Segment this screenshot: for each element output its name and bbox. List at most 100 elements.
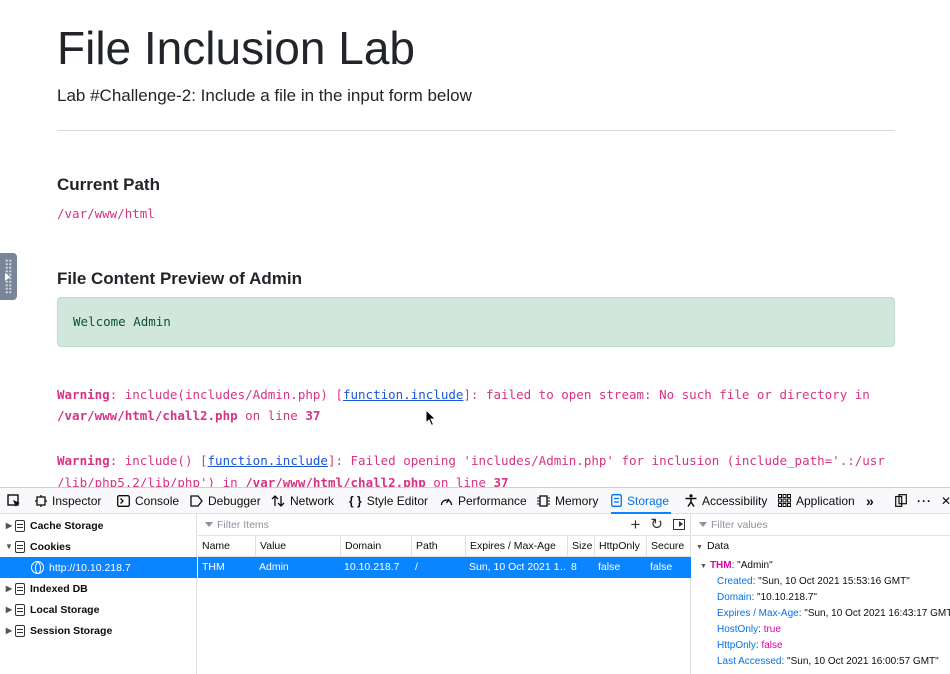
column-header-path[interactable]: Path	[411, 536, 466, 557]
tab-style-editor[interactable]: { } Style Editor	[349, 488, 428, 513]
tab-label: Accessibility	[702, 493, 768, 508]
element-picker-button[interactable]	[7, 488, 21, 513]
field-value: false	[761, 640, 783, 651]
warning-file-path: /var/www/html/chall2.php	[245, 475, 426, 487]
console-icon	[117, 494, 130, 507]
storage-db-icon	[15, 540, 25, 553]
cell-value: Admin	[259, 561, 289, 573]
warning-line-number: 37	[305, 408, 321, 423]
table-header: Name Value Domain Path Expires / Max-Age…	[198, 536, 691, 557]
tab-label: Console	[135, 493, 180, 508]
filter-items-bar: Filter Items + ↻	[198, 514, 691, 536]
web-page: File Inclusion Lab Lab #Challenge-2: Inc…	[0, 0, 950, 487]
style-editor-icon: { }	[349, 493, 362, 508]
tab-application[interactable]: Application	[778, 488, 855, 513]
tab-console[interactable]: Console	[117, 488, 179, 513]
storage-tree: ▶ Cache Storage ▼ Cookies http://10.10.218…	[0, 514, 197, 674]
tab-label: Application	[796, 493, 855, 508]
column-header-httponly[interactable]: HttpOnly	[594, 536, 647, 557]
network-icon	[271, 494, 285, 507]
inspector-icon	[35, 494, 47, 507]
function-include-link[interactable]: function.include	[208, 453, 328, 468]
tree-item-session-storage[interactable]: ▶ Session Storage	[0, 620, 197, 641]
filter-items-input[interactable]: Filter Items	[205, 519, 269, 531]
filter-values-input[interactable]: Filter values	[699, 519, 768, 531]
devtools-menu-button[interactable]: ···	[917, 488, 932, 513]
column-header-domain[interactable]: Domain	[340, 536, 411, 557]
tree-item-cookies[interactable]: ▼ Cookies	[0, 536, 197, 557]
preview-file-name: Admin	[249, 269, 302, 288]
warning-text: ]: Failed opening 'includes/Admin.php' f…	[327, 453, 885, 468]
tree-item-local-storage[interactable]: ▶ Local Storage	[0, 599, 197, 620]
cell-name: THM	[202, 561, 225, 573]
debugger-icon	[190, 494, 203, 507]
toggle-sidebar-icon[interactable]	[673, 519, 685, 530]
field-key: Domain	[717, 592, 752, 603]
element-picker-icon	[7, 493, 20, 507]
warning-message-1: Warning: include(includes/Admin.php) [fu…	[57, 384, 870, 405]
field-hostonly: HostOnly: true	[717, 622, 781, 638]
field-value: "10.10.218.7"	[757, 592, 817, 603]
warning-text: on line	[425, 475, 494, 487]
file-preview-box: Welcome Admin	[57, 297, 895, 347]
warning-message-2: Warning: include() [function.include]: F…	[57, 450, 885, 471]
globe-icon	[31, 561, 44, 574]
tree-item-cookie-host[interactable]: http://10.10.218.7	[0, 557, 197, 578]
refresh-icon[interactable]: ↻	[650, 516, 663, 533]
tab-performance[interactable]: Performance	[440, 488, 527, 513]
cell-httponly: false	[598, 561, 621, 573]
page-title: File Inclusion Lab	[57, 22, 415, 74]
expand-triangle-icon: ▶	[5, 521, 13, 530]
tab-inspector[interactable]: Inspector	[35, 488, 101, 513]
tab-debugger[interactable]: Debugger	[190, 488, 261, 513]
cookie-table: Filter Items + ↻ Name Value Domain Path …	[198, 514, 691, 674]
sidebar-toggle-handle[interactable]	[0, 253, 17, 300]
filter-icon	[699, 522, 707, 528]
cookie-details-sidebar: Filter values ▼ Data ▼ THM: "Admin" Create…	[692, 514, 950, 674]
storage-db-icon	[15, 603, 25, 616]
cookie-entry[interactable]: ▼ THM: "Admin"	[700, 558, 773, 575]
field-httponly: HttpOnly: false	[717, 638, 783, 654]
field-value: "Sun, 10 Oct 2021 15:53:16 GMT"	[758, 576, 910, 587]
collapse-triangle-icon: ▼	[700, 563, 707, 570]
tree-item-label: Cache Storage	[30, 519, 104, 532]
field-value: true	[763, 624, 781, 635]
function-include-link[interactable]: function.include	[343, 387, 463, 402]
field-key: Expires / Max-Age	[717, 608, 799, 619]
field-domain: Domain: "10.10.218.7"	[717, 590, 817, 606]
devtools-panel: Inspector Console Debugger Network { } S…	[0, 487, 950, 674]
expand-triangle-icon: ▶	[5, 626, 13, 635]
data-section-header[interactable]: ▼ Data	[696, 536, 729, 557]
tab-label: Inspector	[52, 493, 102, 508]
close-devtools-button[interactable]: ✕	[941, 488, 950, 513]
mouse-cursor-icon	[425, 409, 437, 427]
column-header-secure[interactable]: Secure	[646, 536, 691, 557]
more-tools-button[interactable]: »	[866, 488, 874, 513]
tab-label: Style Editor	[366, 493, 429, 508]
tree-item-cache-storage[interactable]: ▶ Cache Storage	[0, 515, 197, 536]
tab-storage[interactable]: Storage	[611, 488, 672, 514]
table-row[interactable]: THM Admin 10.10.218.7 / Sun, 10 Oct 2021…	[198, 557, 691, 578]
section-label: Data	[706, 540, 730, 552]
filter-placeholder: Filter Items	[217, 518, 269, 531]
column-header-expires[interactable]: Expires / Max-Age	[465, 536, 567, 557]
tab-accessibility[interactable]: Accessibility	[685, 488, 767, 513]
column-header-size[interactable]: Size	[567, 536, 595, 557]
responsive-design-button[interactable]	[895, 488, 907, 513]
column-header-value[interactable]: Value	[255, 536, 341, 557]
tab-label: Memory	[555, 493, 599, 508]
tab-network[interactable]: Network	[271, 488, 334, 513]
application-icon	[778, 494, 791, 507]
expand-triangle-icon: ▶	[5, 605, 13, 614]
add-item-icon[interactable]: +	[630, 516, 640, 533]
cell-domain: 10.10.218.7	[344, 561, 400, 573]
tree-item-label: Local Storage	[30, 603, 100, 616]
filter-values-bar: Filter values	[692, 514, 950, 536]
tab-memory[interactable]: Memory	[537, 488, 598, 513]
warning-message-2-line2: /lib/php5.2/lib/php') in /var/www/html/c…	[57, 472, 509, 487]
warning-message-1-line2: /var/www/html/chall2.php on line 37	[57, 405, 320, 426]
tree-item-indexed-db[interactable]: ▶ Indexed DB	[0, 578, 197, 599]
filter-placeholder: Filter values	[711, 518, 768, 531]
warning-label: Warning	[57, 453, 110, 468]
column-header-name[interactable]: Name	[198, 536, 256, 557]
